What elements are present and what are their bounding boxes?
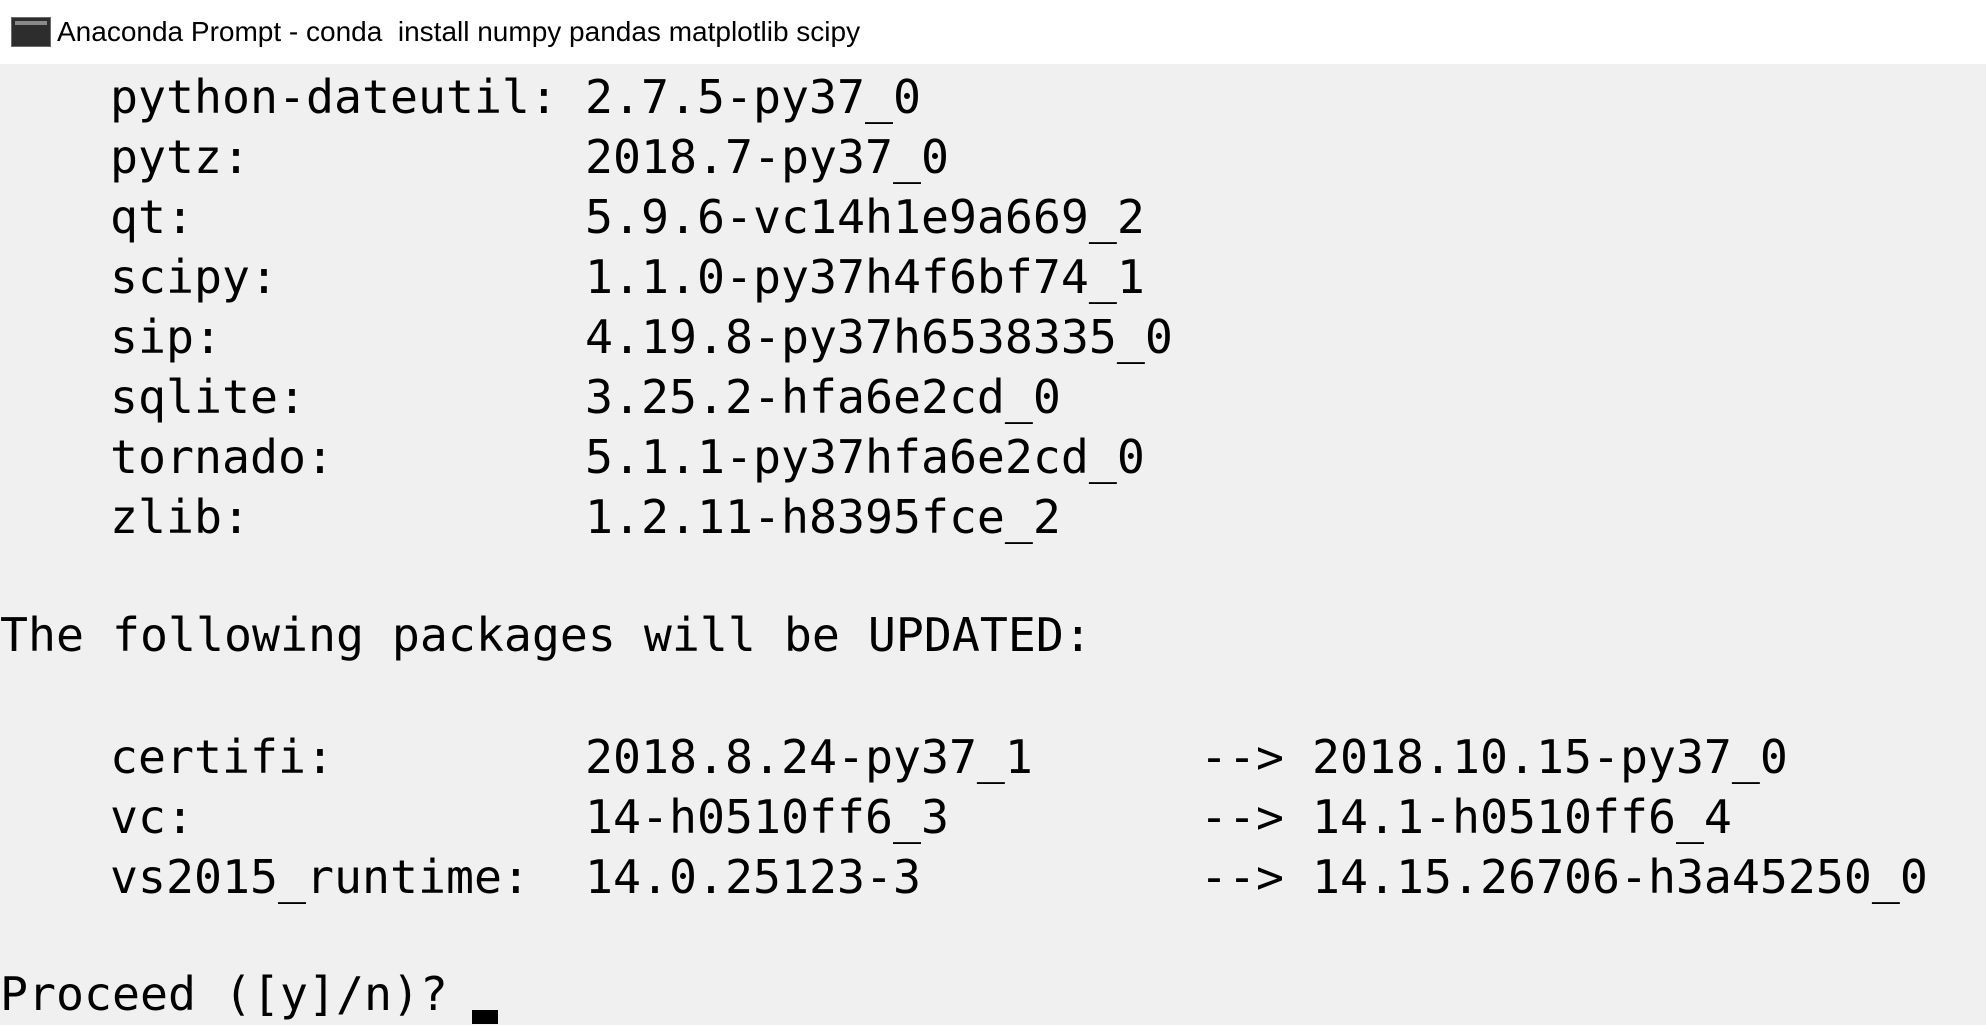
updated-package-new-version: 14.15.26706-h3a45250_0	[1312, 850, 1928, 904]
updated-heading: The following packages will be UPDATED:	[0, 608, 1092, 662]
package-version: 1.2.11-h8395fce_2	[585, 490, 1061, 544]
package-name: qt:	[110, 190, 194, 244]
package-name: tornado:	[110, 430, 334, 484]
proceed-prompt[interactable]: Proceed ([y]/n)?	[0, 966, 476, 1022]
package-name: sqlite:	[110, 370, 306, 424]
package-version: 1.1.0-py37h4f6bf74_1	[585, 250, 1145, 304]
updated-package-name: vs2015_runtime:	[110, 850, 530, 904]
package-version: 4.19.8-py37h6538335_0	[585, 310, 1173, 364]
update-arrow: -->	[1200, 790, 1284, 844]
package-name: sip:	[110, 310, 222, 364]
updated-package-new-version: 2018.10.15-py37_0	[1312, 730, 1788, 784]
updated-package-new-version: 14.1-h0510ff6_4	[1312, 790, 1732, 844]
anaconda-prompt-window: Anaconda Prompt - conda install numpy pa…	[0, 0, 1986, 1025]
console-output[interactable]: python-dateutil: 2.7.5-py37_0 pytz: 2018…	[0, 64, 1986, 1025]
package-name: pytz:	[110, 130, 250, 184]
updated-package-old-version: 2018.8.24-py37_1	[585, 730, 1033, 784]
text-cursor	[472, 1010, 498, 1024]
package-version: 2018.7-py37_0	[585, 130, 949, 184]
console-icon	[11, 17, 51, 47]
package-name: scipy:	[110, 250, 278, 304]
package-version: 5.1.1-py37hfa6e2cd_0	[585, 430, 1145, 484]
window-title: Anaconda Prompt - conda install numpy pa…	[57, 16, 861, 47]
updated-package-old-version: 14-h0510ff6_3	[585, 790, 949, 844]
package-version: 2.7.5-py37_0	[585, 70, 921, 124]
package-version: 5.9.6-vc14h1e9a669_2	[585, 190, 1145, 244]
updated-package-name: vc:	[110, 790, 194, 844]
title-bar[interactable]: Anaconda Prompt - conda install numpy pa…	[0, 0, 1986, 64]
package-name: python-dateutil:	[110, 70, 558, 124]
update-arrow: -->	[1200, 850, 1284, 904]
updated-package-old-version: 14.0.25123-3	[585, 850, 921, 904]
updated-package-name: certifi:	[110, 730, 334, 784]
package-name: zlib:	[110, 490, 250, 544]
package-version: 3.25.2-hfa6e2cd_0	[585, 370, 1061, 424]
update-arrow: -->	[1200, 730, 1284, 784]
